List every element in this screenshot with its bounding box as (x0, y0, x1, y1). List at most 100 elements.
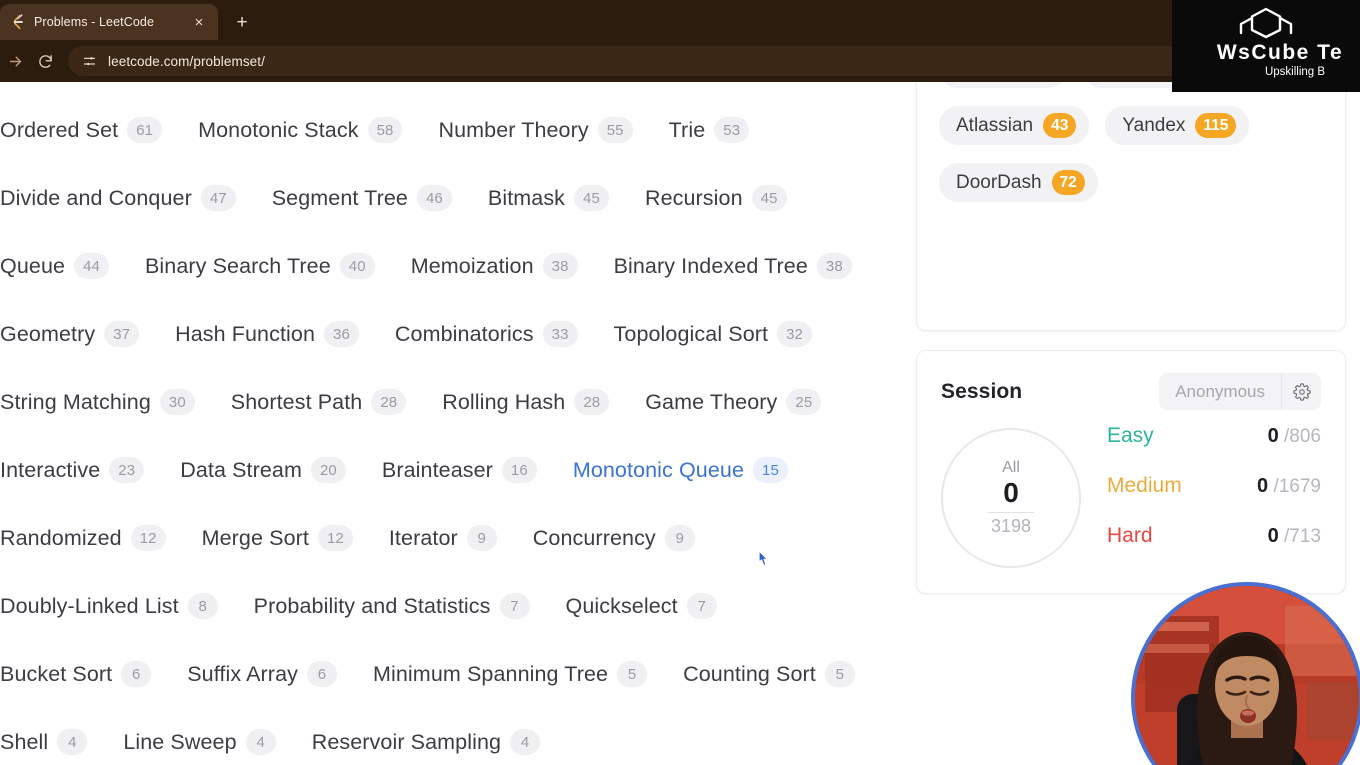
topic-label: Line Sweep (123, 729, 237, 754)
difficulty-solved: 0 (1267, 425, 1279, 447)
difficulty-solved: 0 (1267, 525, 1279, 547)
company-chip-yandex[interactable]: Yandex 115 (1105, 106, 1250, 145)
difficulty-total: /1679 (1273, 476, 1321, 497)
topic-tag-binary-indexed-tree[interactable]: Binary Indexed Tree 38 (614, 251, 866, 281)
topic-count: 7 (499, 593, 530, 619)
topic-tag-game-theory[interactable]: Game Theory 25 (645, 387, 835, 417)
topic-tag-quickselect[interactable]: Quickselect 7 (566, 591, 731, 621)
topic-tag-memoization[interactable]: Memoization 38 (411, 251, 592, 281)
topic-tag-counting-sort[interactable]: Counting Sort 5 (683, 659, 869, 689)
topic-tag-minimum-spanning-tree[interactable]: Minimum Spanning Tree 5 (373, 659, 661, 689)
topic-tag-doubly-linked-list[interactable]: Doubly-Linked List 8 (0, 591, 232, 621)
topic-tag-hash-function[interactable]: Hash Function 36 (175, 319, 373, 349)
difficulty-total: /806 (1284, 426, 1321, 447)
forward-arrow-icon[interactable] (0, 46, 30, 76)
topic-label: Suffix Array (187, 661, 298, 686)
topic-label: Randomized (0, 525, 122, 550)
session-progress-body: All 0 3198 Easy 0 /806 Medium 0 /1679 Ha… (941, 422, 1321, 574)
ring-divider (988, 511, 1034, 513)
close-icon[interactable]: × (190, 13, 208, 31)
topic-tag-divide-and-conquer[interactable]: Divide and Conquer 47 (0, 183, 250, 213)
site-settings-icon[interactable] (80, 52, 98, 70)
company-count: 43 (1043, 113, 1077, 138)
gear-icon[interactable] (1281, 373, 1321, 410)
topic-tag-segment-tree[interactable]: Segment Tree 46 (272, 183, 466, 213)
topic-tag-data-stream[interactable]: Data Stream 20 (180, 455, 360, 485)
topic-label: Merge Sort (201, 525, 309, 550)
topic-tag-row: Interactive 23 Data Stream 20 Brainteaser 1… (0, 436, 908, 504)
topic-tag-number-theory[interactable]: Number Theory 55 (438, 115, 646, 145)
topic-tag-bucket-sort[interactable]: Bucket Sort 6 (0, 659, 165, 689)
address-bar[interactable]: leetcode.com/problemset/ (68, 46, 1360, 76)
topic-count: 32 (777, 321, 812, 347)
company-chip-atlassian[interactable]: Atlassian 43 (939, 106, 1090, 145)
topic-tag-monotonic-stack[interactable]: Monotonic Stack 58 (198, 115, 416, 145)
topic-label: Probability and Statistics (253, 593, 491, 618)
topic-tag-string-matching[interactable]: String Matching 30 (0, 387, 209, 417)
topic-tag-concurrency[interactable]: Concurrency 9 (533, 523, 709, 553)
topic-count: 33 (542, 321, 578, 347)
difficulty-row-medium[interactable]: Medium 0 /1679 (1107, 474, 1321, 524)
difficulty-row-hard[interactable]: Hard 0 /713 (1107, 524, 1321, 574)
topic-tag-row: Ordered Set 61 Monotonic Stack 58 Number T… (0, 96, 908, 164)
topic-label: Bucket Sort (0, 661, 113, 686)
topic-label: Topological Sort (613, 321, 769, 346)
difficulty-label: Medium (1107, 474, 1182, 497)
topic-label: Segment Tree (271, 185, 408, 210)
topic-tag-row: Geometry 37 Hash Function 36 Combinatorics… (0, 300, 908, 368)
topic-count: 9 (664, 525, 695, 551)
leetcode-problemset-page: Ordered Set 61 Monotonic Stack 58 Number T… (0, 82, 1360, 765)
session-selector[interactable]: Anonymous (1159, 373, 1321, 410)
session-title: Session (941, 379, 1023, 403)
topic-tag-brainteaser[interactable]: Brainteaser 16 (382, 455, 551, 485)
topic-label: Ordered Set (0, 117, 119, 142)
company-chip-row: DoorDash 72 (939, 163, 1323, 202)
topic-label: Recursion (644, 185, 743, 210)
topic-tag-merge-sort[interactable]: Merge Sort 12 (202, 523, 367, 553)
company-name: Atlassian (956, 114, 1034, 136)
topic-tag-row: Divide and Conquer 47 Segment Tree 46 Bitm… (0, 164, 908, 232)
topic-tag-randomized[interactable]: Randomized 12 (0, 523, 180, 553)
topic-tag-ordered-set[interactable]: Ordered Set 61 (0, 115, 176, 145)
new-tab-button[interactable]: + (228, 9, 256, 37)
topic-label: Shell (0, 729, 49, 754)
company-name: DoorDash (956, 171, 1042, 193)
topic-label: Reservoir Sampling (311, 729, 502, 754)
topic-count: 5 (824, 661, 855, 687)
topic-tag-bitmask[interactable]: Bitmask 45 (488, 183, 623, 213)
topic-tag-queue[interactable]: Queue 44 (0, 251, 123, 281)
topic-tag-probability-and-statistics[interactable]: Probability and Statistics 7 (254, 591, 544, 621)
reload-icon[interactable] (30, 46, 60, 76)
browser-tab-problems-leetcode[interactable]: Problems - LeetCode × (0, 4, 218, 40)
topic-tag-topological-sort[interactable]: Topological Sort 32 (614, 319, 826, 349)
topic-tag-interactive[interactable]: Interactive 23 (0, 455, 158, 485)
topic-tag-suffix-array[interactable]: Suffix Array 6 (187, 659, 351, 689)
topic-count: 55 (597, 117, 633, 143)
topic-tag-recursion[interactable]: Recursion 45 (645, 183, 801, 213)
topic-tag-monotonic-queue[interactable]: Monotonic Queue 15 (573, 455, 802, 485)
topic-tag-rolling-hash[interactable]: Rolling Hash 28 (442, 387, 623, 417)
topic-tag-line-sweep[interactable]: Line Sweep 4 (123, 727, 289, 757)
topic-tag-trie[interactable]: Trie 53 (669, 115, 764, 145)
topic-tag-iterator[interactable]: Iterator 9 (389, 523, 511, 553)
company-chip-row: Atlassian 43 Yandex 115 (939, 106, 1323, 145)
topic-tag-binary-search-tree[interactable]: Binary Search Tree 40 (145, 251, 389, 281)
topic-tag-combinatorics[interactable]: Combinatorics 33 (395, 319, 592, 349)
company-chip-airbnb[interactable]: Airbnb 51 (939, 82, 1068, 88)
topic-count: 7 (686, 593, 717, 619)
topic-tag-row: Bucket Sort 6 Suffix Array 6 Minimum Spann… (0, 640, 908, 708)
topic-tag-shell[interactable]: Shell 4 (0, 727, 101, 757)
difficulty-solved: 0 (1257, 475, 1269, 497)
topic-label: Monotonic Queue (572, 457, 745, 482)
topic-tag-shortest-path[interactable]: Shortest Path 28 (231, 387, 420, 417)
topic-label: Hash Function (175, 321, 316, 346)
session-header: Session Anonymous (941, 373, 1321, 410)
topic-tag-geometry[interactable]: Geometry 37 (0, 319, 153, 349)
difficulty-row-easy[interactable]: Easy 0 /806 (1107, 424, 1321, 474)
topic-label: Doubly-Linked List (0, 593, 179, 618)
session-selected-value: Anonymous (1175, 381, 1265, 401)
ring-solved-count: 0 (1003, 477, 1019, 509)
topic-count: 9 (466, 525, 497, 551)
topic-tag-reservoir-sampling[interactable]: Reservoir Sampling 4 (312, 727, 554, 757)
company-chip-doordash[interactable]: DoorDash 72 (939, 163, 1098, 202)
